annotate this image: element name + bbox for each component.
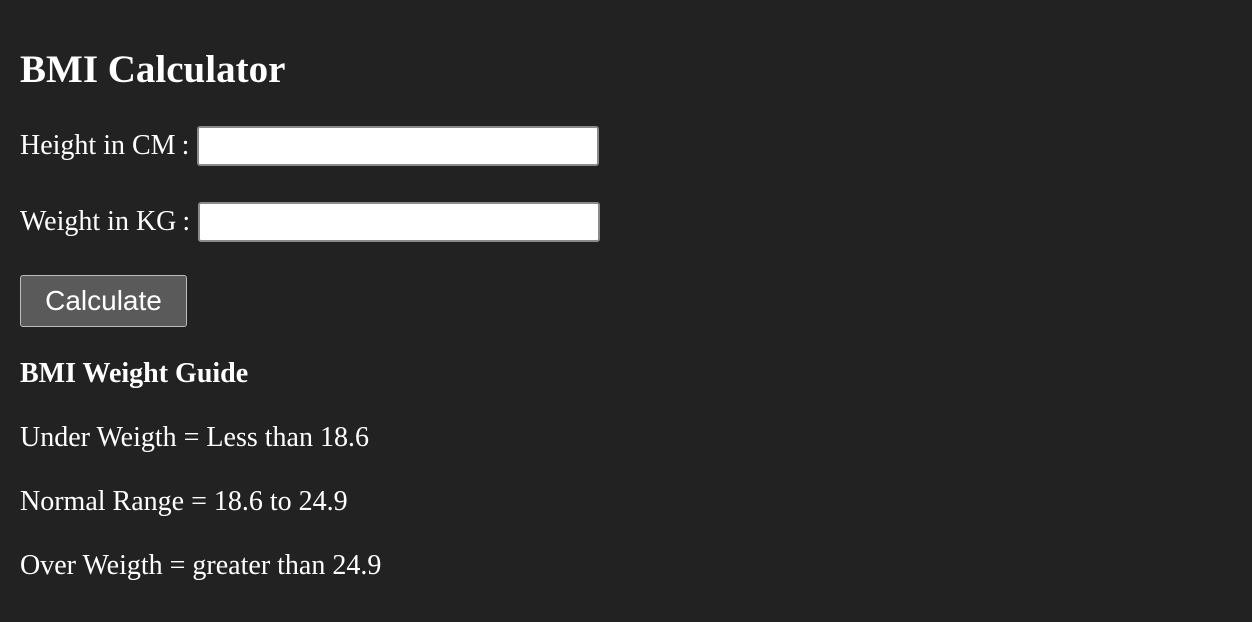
guide-heading: BMI Weight Guide <box>20 358 249 389</box>
weight-row: Weight in KG : <box>20 200 601 244</box>
height-row: Height in CM : <box>20 124 600 168</box>
guide-item-overweight: Over Weigth = greater than 24.9 <box>20 550 382 581</box>
guide-item-normal: Normal Range = 18.6 to 24.9 <box>20 486 348 517</box>
weight-label: Weight in KG <box>20 206 177 237</box>
calculate-button[interactable]: Calculate <box>20 275 187 327</box>
guide-item-underweight: Under Weigth = Less than 18.6 <box>20 422 369 453</box>
height-label-separator: : <box>181 130 190 161</box>
page-title: BMI Calculator <box>20 48 286 91</box>
height-input[interactable] <box>197 126 600 166</box>
weight-input[interactable] <box>198 202 601 242</box>
height-label: Height in CM <box>20 130 176 161</box>
weight-label-separator: : <box>182 206 191 237</box>
